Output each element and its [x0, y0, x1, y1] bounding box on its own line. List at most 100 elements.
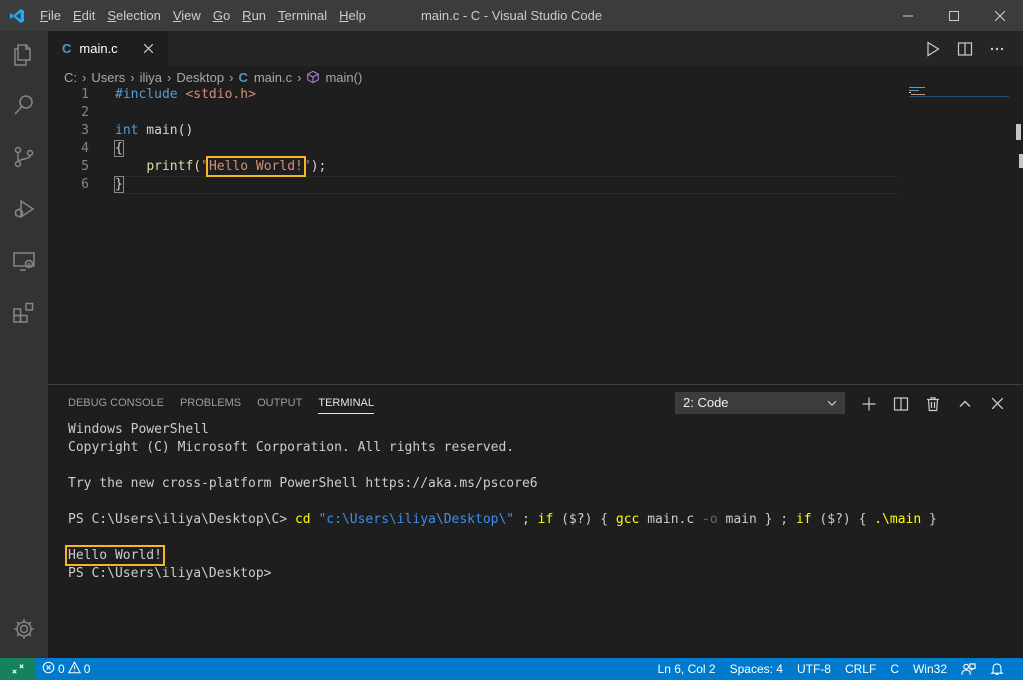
- menu-bar: File Edit Selection View Go Run Terminal Help: [34, 0, 372, 31]
- chevron-right-icon: ›: [167, 69, 172, 85]
- line-number: 1: [81, 87, 89, 102]
- trash-icon[interactable]: [917, 385, 949, 422]
- vertical-scrollbar[interactable]: [1009, 86, 1023, 384]
- chevron-down-icon: [825, 395, 839, 417]
- terminal-output[interactable]: Windows PowerShell Copyright (C) Microso…: [65, 421, 1008, 583]
- include-directive: #include: [115, 87, 178, 102]
- chevron-right-icon: ›: [82, 69, 87, 85]
- menu-mnemonic: E: [72, 8, 82, 23]
- remote-indicator-icon[interactable]: [0, 658, 35, 680]
- source-control-icon[interactable]: [0, 133, 48, 181]
- terminal-output-line: Hello World!: [65, 545, 1008, 566]
- tab-debug-console[interactable]: DEBUG CONSOLE: [60, 385, 172, 422]
- tab-problems[interactable]: PROBLEMS: [172, 385, 249, 422]
- menu-label: erminal: [284, 8, 328, 23]
- error-count: 0: [58, 662, 65, 676]
- breadcrumb-item[interactable]: C:: [64, 70, 77, 85]
- close-panel-icon[interactable]: [981, 385, 1013, 422]
- panel-tabs: DEBUG CONSOLE PROBLEMS OUTPUT TERMINAL: [48, 385, 382, 422]
- minimize-button[interactable]: [885, 0, 931, 31]
- configuration[interactable]: Win32: [906, 658, 954, 680]
- breadcrumb-item[interactable]: Users: [91, 70, 125, 85]
- menu-item[interactable]: Terminal: [272, 0, 333, 31]
- menu-item[interactable]: Edit: [67, 0, 101, 31]
- title-bar: File Edit Selection View Go Run Terminal Help m…: [0, 0, 1023, 31]
- menu-mnemonic: F: [40, 8, 48, 23]
- indentation[interactable]: Spaces: 4: [723, 658, 790, 680]
- line-number: 6: [81, 177, 89, 192]
- open-brace: {: [114, 140, 124, 157]
- menu-mnemonic: S: [107, 8, 117, 23]
- menu-label: un: [251, 8, 267, 23]
- menu-item[interactable]: View: [167, 0, 207, 31]
- menu-label: election: [116, 8, 161, 23]
- breadcrumb-file[interactable]: main.c: [254, 70, 292, 85]
- run-code-icon[interactable]: [917, 31, 949, 66]
- minimap[interactable]: [909, 86, 1009, 106]
- cursor-position[interactable]: Ln 6, Col 2: [651, 658, 723, 680]
- notifications-bell-icon[interactable]: [983, 658, 1011, 680]
- extensions-icon[interactable]: [0, 289, 48, 337]
- breadcrumb-item[interactable]: iliya: [140, 70, 162, 85]
- close-tab-icon[interactable]: [140, 40, 156, 56]
- code-line: 3 int main(): [48, 122, 948, 140]
- hello-world-string: Hello World!: [205, 156, 306, 177]
- close-window-button[interactable]: [977, 0, 1023, 31]
- cmd-if: if: [537, 512, 554, 527]
- printf-end: );: [310, 159, 327, 174]
- terminal-select-value: 2: Code: [683, 395, 729, 410]
- encoding[interactable]: UTF-8: [790, 658, 838, 680]
- tab-terminal[interactable]: TERMINAL: [310, 385, 382, 422]
- terminal-prompt: PS C:\Users\iliya\Desktop\C>: [68, 512, 295, 527]
- tab-label: main.c: [79, 41, 118, 56]
- cmd-main: main } ;: [717, 512, 796, 527]
- hello-world-output: Hello World!: [65, 545, 165, 566]
- run-debug-icon[interactable]: [0, 185, 48, 233]
- bottom-panel: DEBUG CONSOLE PROBLEMS OUTPUT TERMINAL 2…: [48, 384, 1023, 658]
- split-terminal-icon[interactable]: [885, 385, 917, 422]
- problems-status[interactable]: 0 0: [42, 658, 90, 680]
- menu-item[interactable]: Run: [236, 0, 272, 31]
- window-controls: [885, 0, 1023, 31]
- cmd-run: .\main: [874, 512, 922, 527]
- tab-main-c[interactable]: C main.c: [48, 31, 168, 66]
- breadcrumb-symbol[interactable]: main(): [325, 70, 362, 85]
- terminal-select[interactable]: 2: Code: [675, 392, 845, 414]
- feedback-icon[interactable]: [954, 658, 983, 680]
- search-icon[interactable]: [0, 81, 48, 129]
- menu-item[interactable]: Selection: [101, 0, 166, 31]
- status-right: Ln 6, Col 2 Spaces: 4 UTF-8 CRLF C Win32: [651, 658, 1011, 680]
- terminal-command-line: PS C:\Users\iliya\Desktop\C> cd "c:\User…: [68, 511, 1008, 529]
- more-actions-icon[interactable]: [981, 31, 1013, 66]
- code-editor[interactable]: 1 #include <stdio.h> 2 3 int main() 4 { …: [48, 86, 1023, 384]
- manage-gear-icon[interactable]: [0, 605, 48, 653]
- breadcrumb-item[interactable]: Desktop: [176, 70, 224, 85]
- menu-item[interactable]: Help: [333, 0, 372, 31]
- breadcrumb: C: › Users › iliya › Desktop › C main.c …: [48, 66, 1023, 88]
- function-declaration: main(): [138, 123, 194, 138]
- vscode-logo-icon: [0, 0, 34, 31]
- split-editor-icon[interactable]: [949, 31, 981, 66]
- remote-explorer-icon[interactable]: [0, 237, 48, 285]
- explorer-icon[interactable]: [0, 31, 48, 79]
- end-of-line[interactable]: CRLF: [838, 658, 883, 680]
- maximize-panel-icon[interactable]: [949, 385, 981, 422]
- editor-actions: [917, 31, 1013, 66]
- maximize-button[interactable]: [931, 0, 977, 31]
- menu-item[interactable]: Go: [207, 0, 236, 31]
- tab-output[interactable]: OUTPUT: [249, 385, 310, 422]
- menu-label: iew: [181, 8, 201, 23]
- cmd-cond: ($?) {: [553, 512, 616, 527]
- menu-item[interactable]: File: [34, 0, 67, 31]
- menu-mnemonic: G: [212, 8, 223, 23]
- line-number: 5: [81, 159, 89, 174]
- c-file-icon: C: [62, 41, 72, 56]
- cmd-if: if: [795, 512, 812, 527]
- scrollbar-marker: [1016, 124, 1021, 140]
- language-mode[interactable]: C: [883, 658, 906, 680]
- include-header: <stdio.h>: [185, 87, 256, 102]
- new-terminal-icon[interactable]: [853, 385, 885, 422]
